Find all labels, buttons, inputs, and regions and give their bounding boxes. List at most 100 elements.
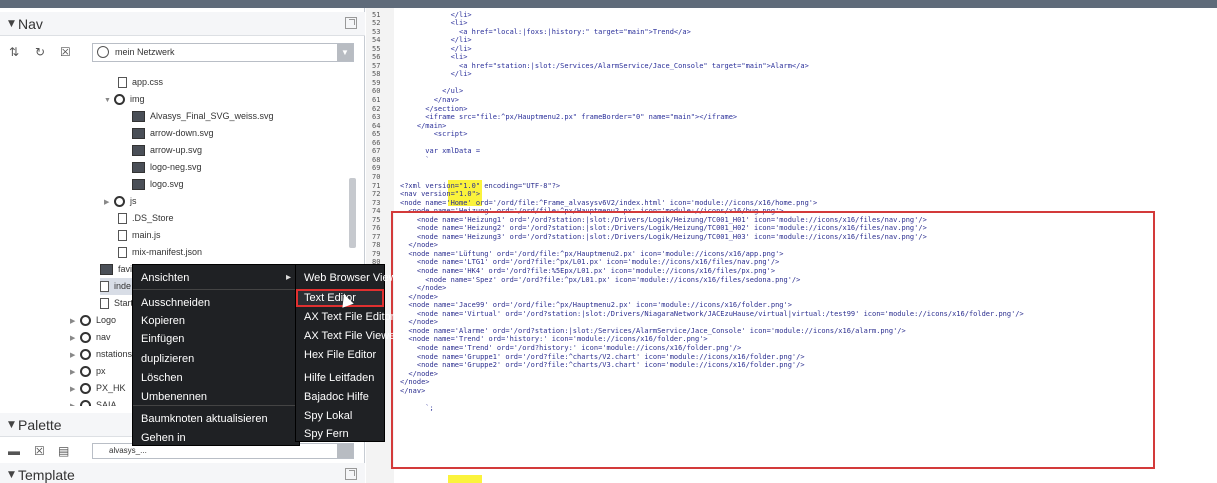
collapse-caret-icon[interactable]: ▼ xyxy=(8,420,15,430)
folder-icon xyxy=(80,332,91,344)
context-submenu-item[interactable]: Spy Lokal xyxy=(304,407,352,425)
context-menu-item[interactable]: Gehen in xyxy=(141,429,186,447)
tree-item-label: .DS_Store xyxy=(132,213,174,223)
close-icon[interactable]: ☒ xyxy=(60,45,71,59)
code-line: <li> xyxy=(400,19,468,27)
tree-item[interactable]: logo.svg xyxy=(132,176,184,193)
tree-item-label: SAIA xyxy=(96,400,117,406)
tree-item[interactable]: ▶ nav xyxy=(70,329,111,346)
tree-item[interactable]: ▶ nstations xyxy=(70,346,132,363)
tree-item[interactable]: mix-manifest.json xyxy=(118,244,202,261)
line-number: 64 xyxy=(372,122,381,130)
context-submenu-item[interactable]: AX Text File Editor xyxy=(304,308,394,326)
tree-item-label: main.js xyxy=(132,230,161,240)
tree-item[interactable]: ▼ img xyxy=(104,91,145,108)
sync-tree-icon[interactable]: ⇅ xyxy=(9,45,19,59)
context-submenu-item[interactable]: Bajadoc Hilfe xyxy=(304,388,369,406)
tree-item[interactable]: main.js xyxy=(118,227,161,244)
code-line: <nav version="1.0"> xyxy=(400,190,481,198)
code-line: </li> xyxy=(400,45,472,53)
tree-item-label: inde xyxy=(114,281,132,291)
line-number: 60 xyxy=(372,87,381,95)
tree-item[interactable]: arrow-down.svg xyxy=(132,125,214,142)
tree-item[interactable]: app.css xyxy=(118,74,163,91)
maximize-icon[interactable] xyxy=(345,17,357,29)
network-selector[interactable]: mein Netzwerk ▼ xyxy=(92,43,354,62)
tree-item[interactable]: .DS_Store xyxy=(118,210,174,227)
context-submenu-item[interactable]: Hilfe Leitfaden xyxy=(304,369,374,387)
context-submenu-item[interactable]: Spy Fern xyxy=(304,425,349,443)
collapse-arrow-icon[interactable]: ▼ xyxy=(104,92,114,109)
expand-arrow-icon[interactable]: ▶ xyxy=(70,398,80,406)
tree-item[interactable]: ▶ PX_HK xyxy=(70,380,126,397)
expand-arrow-icon[interactable]: ▶ xyxy=(70,330,80,347)
expand-arrow-icon[interactable]: ▶ xyxy=(70,347,80,364)
file-icon xyxy=(118,213,127,225)
template-panel-title: Template xyxy=(18,467,75,483)
chevron-down-icon[interactable]: ▼ xyxy=(337,44,353,61)
context-menu-item[interactable]: Einfügen xyxy=(141,330,184,348)
tree-item-label: nav xyxy=(96,332,111,342)
folder-icon xyxy=(80,315,91,327)
context-menu-item[interactable]: Kopieren xyxy=(141,312,185,330)
folder-icon[interactable]: ▬ xyxy=(8,444,20,458)
context-menu-item[interactable]: Ansichten xyxy=(141,269,291,287)
nav-panel-header[interactable]: ▼ Nav xyxy=(0,12,365,36)
menu-divider xyxy=(133,289,301,290)
tree-item[interactable]: ▶ Logo xyxy=(70,312,116,329)
image-file-icon xyxy=(132,145,145,157)
code-line: <script> xyxy=(400,130,468,138)
template-panel-header[interactable]: ▼ Template xyxy=(0,463,365,483)
folder-icon xyxy=(80,383,91,395)
tree-item[interactable]: Start xyxy=(100,295,133,312)
line-number: 63 xyxy=(372,113,381,121)
folder-icon xyxy=(80,349,91,361)
tree-item[interactable]: ▶ js xyxy=(104,193,137,210)
context-menu-item[interactable]: Ausschneiden xyxy=(141,294,210,312)
code-line: <a href="station:|slot:/Services/AlarmSe… xyxy=(400,62,809,70)
line-number: 58 xyxy=(372,70,381,78)
context-submenu-item[interactable]: AX Text File Viewer xyxy=(304,327,399,345)
line-number: 68 xyxy=(372,156,381,164)
palette-icon[interactable]: ▤ xyxy=(58,444,69,458)
close-icon[interactable]: ☒ xyxy=(34,444,45,458)
image-file-icon xyxy=(100,264,113,276)
context-submenu-item[interactable]: Web Browser View xyxy=(304,269,397,287)
line-number: 52 xyxy=(372,19,381,27)
chevron-down-icon[interactable] xyxy=(337,444,353,458)
context-menu: Ansichten AusschneidenKopierenEinfügen dup… xyxy=(132,264,301,447)
line-number: 66 xyxy=(372,139,381,147)
maximize-icon[interactable] xyxy=(345,468,357,480)
expand-arrow-icon[interactable]: ▶ xyxy=(70,381,80,398)
line-number: 54 xyxy=(372,36,381,44)
collapse-caret-icon[interactable]: ▼ xyxy=(8,19,15,29)
expand-arrow-icon[interactable]: ▶ xyxy=(70,364,80,381)
code-line: <?xml version="1.0" encoding="UTF-8"?> xyxy=(400,182,561,190)
context-menu-item[interactable]: Baumknoten aktualisieren xyxy=(141,410,268,428)
image-file-icon xyxy=(132,111,145,123)
expand-arrow-icon[interactable]: ▶ xyxy=(70,313,80,330)
code-line: </li> xyxy=(400,11,472,19)
tree-item-label: logo.svg xyxy=(150,179,184,189)
scrollbar-thumb[interactable] xyxy=(349,178,356,248)
expand-arrow-icon[interactable]: ▶ xyxy=(104,194,114,211)
code-line: ` xyxy=(400,156,430,164)
code-line: <iframe src="file:^px/Hauptmenu2.px" fra… xyxy=(400,113,738,121)
context-menu-item[interactable]: duplizieren xyxy=(141,350,194,368)
tree-item[interactable]: arrow-up.svg xyxy=(132,142,202,159)
tree-item[interactable]: logo-neg.svg xyxy=(132,159,202,176)
line-number: 61 xyxy=(372,96,381,104)
collapse-caret-icon[interactable]: ▼ xyxy=(8,470,15,480)
file-icon xyxy=(118,247,127,259)
code-line: <node name='Home' ord='/ord/file:^Frame_… xyxy=(400,199,818,207)
tree-item[interactable]: ▶ SAIA xyxy=(70,397,117,406)
context-menu-item[interactable]: Löschen xyxy=(141,369,183,387)
refresh-icon[interactable]: ↻ xyxy=(35,45,45,59)
line-number: 73 xyxy=(372,199,381,207)
context-submenu-item[interactable]: Hex File Editor xyxy=(304,346,376,364)
tree-item-label: PX_HK xyxy=(96,383,126,393)
context-menu-item[interactable]: Umbenennen xyxy=(141,388,207,406)
tree-item[interactable]: Alvasys_Final_SVG_weiss.svg xyxy=(132,108,274,125)
yellow-highlight xyxy=(448,475,482,483)
tree-item[interactable]: ▶ px xyxy=(70,363,106,380)
